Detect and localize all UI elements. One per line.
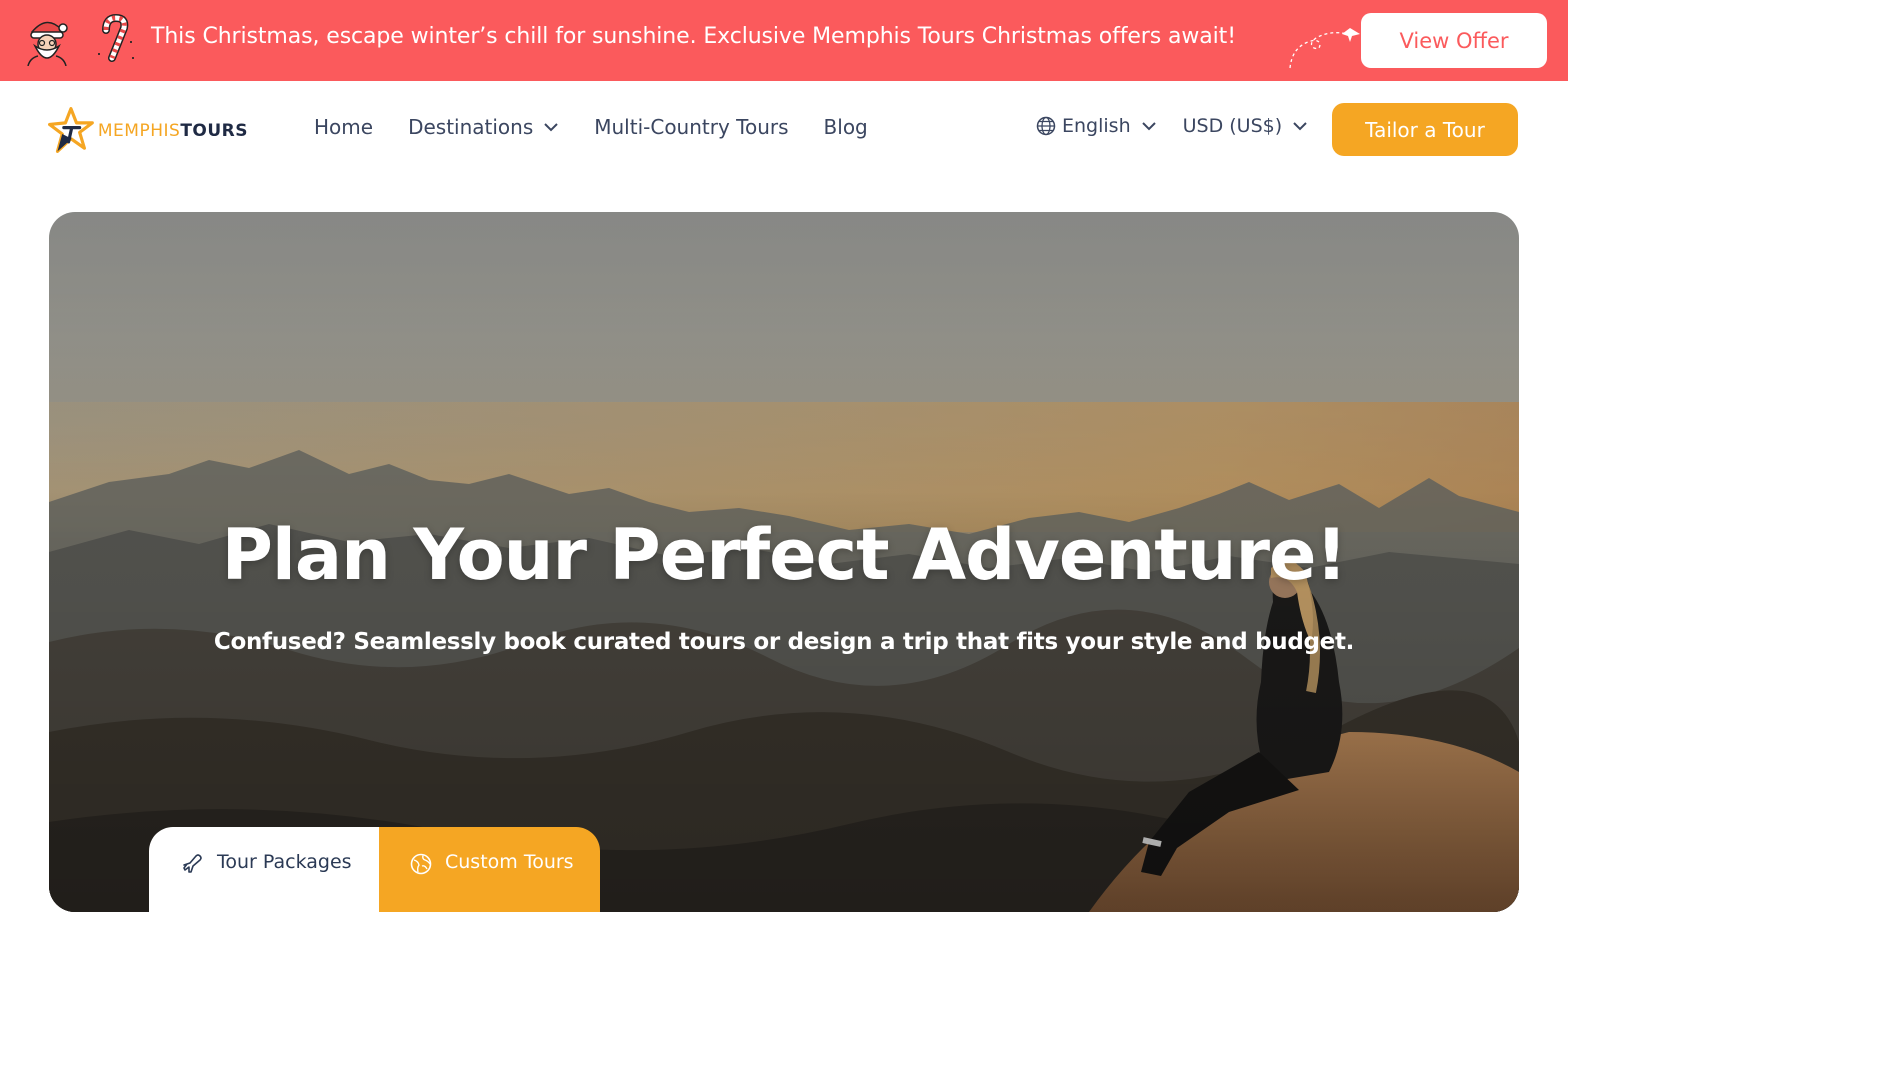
promo-message: This Christmas, escape winter’s chill fo… (151, 24, 1236, 49)
memphis-tours-logo[interactable]: MEMPHISTOURS (48, 99, 248, 161)
tab-label: Custom Tours (445, 851, 574, 873)
santa-icon (27, 21, 68, 66)
tab-label: Tour Packages (217, 851, 352, 873)
nav-home[interactable]: Home (314, 115, 373, 139)
star-logo-icon (48, 107, 94, 153)
tab-tour-packages[interactable]: Tour Packages (149, 827, 379, 912)
tab-custom-tours[interactable]: Custom Tours (379, 827, 600, 912)
language-label: English (1062, 115, 1131, 137)
globe-route-icon (410, 853, 432, 875)
header-controls: English USD (US$) (1036, 115, 1308, 137)
currency-selector[interactable]: USD (US$) (1183, 115, 1309, 137)
currency-label: USD (US$) (1182, 115, 1283, 137)
globe-icon (1036, 116, 1056, 136)
hero-subtitle: Confused? Seamlessly book curated tours … (213, 629, 1355, 655)
chevron-down-icon (1293, 122, 1307, 131)
language-selector[interactable]: English (1036, 115, 1157, 137)
promo-banner: This Christmas, escape winter’s chill fo… (0, 0, 1568, 81)
nav-multi-country-tours[interactable]: Multi-Country Tours (594, 115, 788, 139)
main-nav: Home Destinations Multi-Country Tours Bl… (314, 115, 903, 139)
chevron-down-icon (544, 123, 558, 132)
logo-text: MEMPHISTOURS (97, 121, 248, 141)
tailor-a-tour-button[interactable]: Tailor a Tour (1332, 103, 1518, 156)
nav-destinations[interactable]: Destinations (408, 115, 559, 139)
airplane-icon (183, 854, 202, 873)
candy-cane-icon (98, 14, 134, 62)
chevron-down-icon (1141, 122, 1156, 131)
site-header: MEMPHISTOURS Home Destinations Multi-Cou… (0, 81, 1568, 181)
nav-blog[interactable]: Blog (824, 115, 868, 139)
paper-plane-icon (1289, 28, 1360, 69)
hero-title: Plan Your Perfect Adventure! (221, 514, 1348, 596)
booking-tabs: Tour Packages Custom Tours (149, 827, 600, 912)
hero-section: Plan Your Perfect Adventure! Confused? S… (49, 212, 1519, 912)
view-offer-button[interactable]: View Offer (1361, 13, 1547, 68)
